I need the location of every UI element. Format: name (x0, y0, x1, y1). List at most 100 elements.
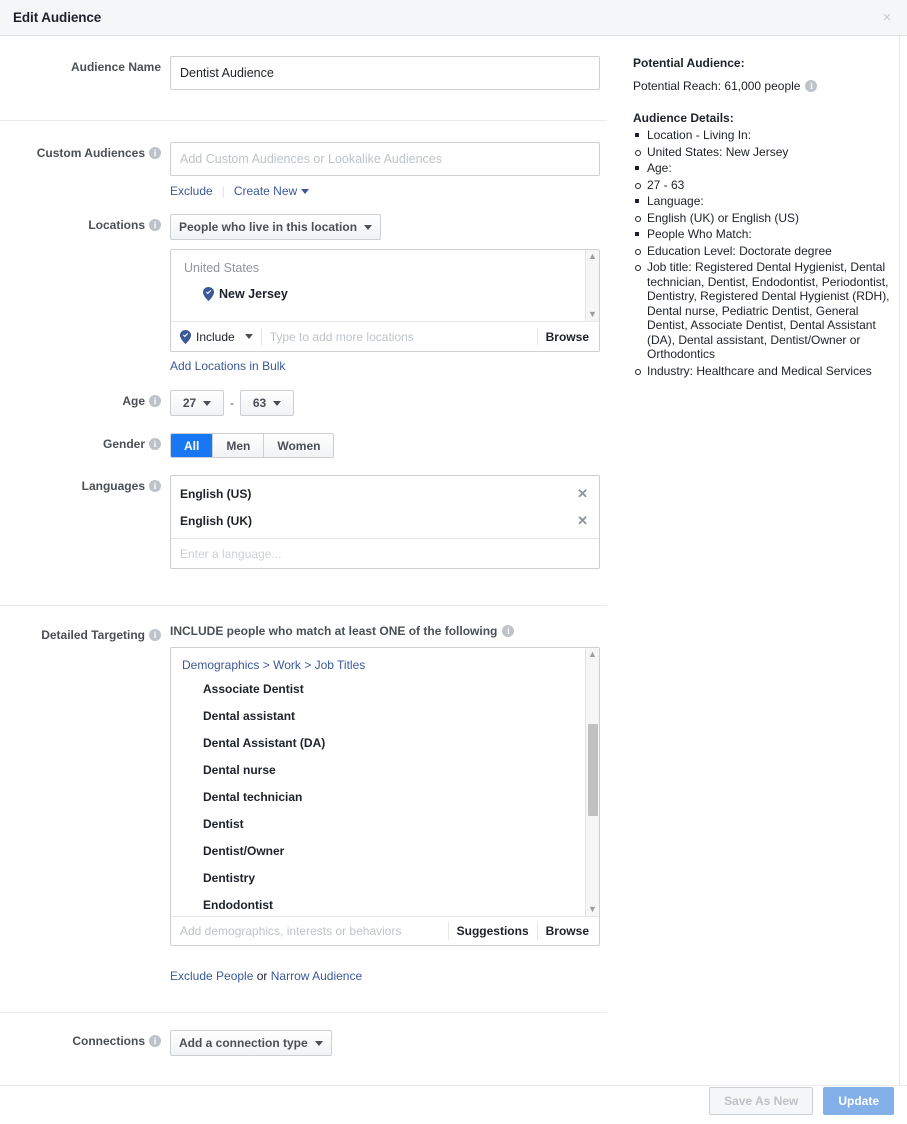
language-input[interactable] (180, 546, 599, 561)
detailed-targeting-box: Demographics > Work > Job Titles Associa… (170, 647, 600, 946)
list-item[interactable]: Associate Dentist (182, 676, 599, 703)
breadcrumb-demographics[interactable]: Demographics (182, 658, 259, 672)
separator (536, 327, 538, 346)
list-item[interactable]: Dental Assistant (DA) (182, 730, 599, 757)
languages-label: Languages (81, 479, 145, 493)
locations-box: United States New Jersey ▲ ▼ Include Typ… (170, 249, 600, 352)
gender-option-women[interactable]: Women (264, 434, 334, 457)
potential-reach: Potential Reach: 61,000 people i (633, 79, 891, 93)
chevron-down-icon (273, 400, 282, 406)
create-new-link[interactable]: Create New (234, 184, 297, 198)
targeting-browse-button[interactable]: Browse (546, 924, 599, 938)
info-icon[interactable]: i (149, 147, 161, 159)
chevron-down-icon (244, 334, 253, 339)
connection-type-dropdown[interactable]: Add a connection type (170, 1030, 332, 1056)
breadcrumb-work[interactable]: Work (273, 658, 301, 672)
chevron-down-icon[interactable]: ▼ (588, 905, 597, 914)
chevron-up-icon[interactable]: ▲ (588, 252, 597, 261)
list-item: English (UK) ✕ (171, 507, 599, 534)
languages-box: English (US) ✕ English (UK) ✕ (170, 475, 600, 569)
field-detailed-targeting: Detailed Targeting i INCLUDE people who … (0, 624, 620, 983)
narrow-audience-link[interactable]: Narrow Audience (271, 969, 362, 983)
info-icon[interactable]: i (149, 480, 161, 492)
include-dropdown[interactable]: Include (180, 329, 253, 344)
info-icon[interactable]: i (149, 395, 161, 407)
targeting-search-input[interactable] (180, 924, 440, 938)
age-separator: - (230, 396, 234, 410)
age-min-value: 27 (182, 396, 197, 410)
chevron-down-icon (364, 224, 373, 230)
info-icon[interactable]: i (805, 80, 818, 92)
detail-item: People Who Match: (633, 227, 891, 242)
audience-name-input[interactable] (170, 56, 600, 90)
scrollbar-thumb[interactable] (588, 724, 598, 816)
field-languages: Languages i English (US) ✕ English (UK) … (0, 475, 620, 569)
detail-item: Education Level: Doctorate degree (633, 244, 891, 259)
dialog-body: Audience Name Custom Audiences i Exclude… (0, 36, 907, 1124)
list-item[interactable]: Dentist (182, 811, 599, 838)
potential-audience-panel: Potential Audience: Potential Reach: 61,… (633, 56, 891, 378)
chevron-down-icon[interactable]: ▼ (588, 310, 597, 319)
info-icon[interactable]: i (149, 219, 161, 231)
locations-search-input[interactable] (269, 329, 529, 344)
section-divider-2 (0, 605, 607, 606)
exclude-link[interactable]: Exclude (170, 184, 213, 198)
detail-item: Language: (633, 194, 891, 209)
age-min-dropdown[interactable]: 27 (170, 390, 224, 416)
potential-reach-text: Potential Reach: 61,000 people (633, 79, 801, 93)
targeting-actions: Exclude People or Narrow Audience (170, 969, 620, 983)
potential-audience-title: Potential Audience: (633, 56, 745, 70)
audience-details-title: Audience Details: (633, 111, 734, 125)
save-as-new-button[interactable]: Save As New (709, 1087, 814, 1115)
list-item[interactable]: Dentistry (182, 865, 599, 892)
chevron-up-icon[interactable]: ▲ (588, 650, 597, 659)
detailed-targeting-label: Detailed Targeting (41, 628, 145, 642)
update-button[interactable]: Update (823, 1087, 894, 1115)
age-label: Age (122, 394, 145, 408)
detail-item: 27 - 63 (633, 178, 891, 193)
suggestions-button[interactable]: Suggestions (457, 924, 529, 938)
locations-list: United States New Jersey ▲ ▼ (171, 250, 599, 321)
remove-icon[interactable]: ✕ (577, 514, 588, 527)
info-icon[interactable]: i (149, 629, 161, 641)
breadcrumb-job-titles[interactable]: Job Titles (315, 658, 366, 672)
info-icon[interactable]: i (149, 438, 161, 450)
location-type-dropdown[interactable]: People who live in this location (170, 214, 382, 240)
exclude-people-link[interactable]: Exclude People (170, 969, 253, 983)
include-label: Include (196, 329, 235, 344)
audience-form: Audience Name Custom Audiences i Exclude… (0, 36, 620, 1056)
age-max-value: 63 (252, 396, 267, 410)
detail-item: Job title: Registered Dental Hygienist, … (633, 260, 891, 362)
breadcrumb-separator: > (304, 658, 312, 672)
detail-item: Age: (633, 161, 891, 176)
dialog-header: Edit Audience × (0, 0, 907, 36)
detail-item: English (UK) or English (US) (633, 211, 891, 226)
languages-input-row (171, 538, 599, 568)
close-icon[interactable]: × (879, 10, 895, 27)
info-icon[interactable]: i (149, 1035, 161, 1047)
custom-audiences-label: Custom Audiences (36, 146, 145, 160)
section-divider-3 (0, 1012, 607, 1013)
list-item[interactable]: Dental nurse (182, 757, 599, 784)
list-item[interactable]: Dentist/Owner (182, 838, 599, 865)
list-item[interactable]: New Jersey (203, 287, 599, 301)
targeting-list: Demographics > Work > Job Titles Associa… (171, 648, 599, 916)
list-item[interactable]: Dental technician (182, 784, 599, 811)
list-item: English (US) ✕ (171, 480, 599, 507)
locations-browse-button[interactable]: Browse (546, 330, 599, 344)
chevron-down-icon[interactable] (301, 188, 310, 194)
list-item[interactable]: Dental assistant (182, 703, 599, 730)
age-max-dropdown[interactable]: 63 (240, 390, 294, 416)
map-pin-icon (180, 329, 191, 344)
targeting-scrollbar[interactable]: ▲ ▼ (585, 648, 599, 916)
gender-option-men[interactable]: Men (213, 434, 265, 457)
custom-audiences-input[interactable] (170, 142, 600, 176)
list-item[interactable]: Endodontist (182, 892, 599, 916)
remove-icon[interactable]: ✕ (577, 487, 588, 500)
locations-scrollbar[interactable]: ▲ ▼ (585, 250, 599, 321)
add-locations-bulk-link[interactable]: Add Locations in Bulk (170, 359, 285, 373)
info-icon[interactable]: i (502, 625, 515, 637)
gender-option-all[interactable]: All (171, 434, 214, 457)
footer-divider (0, 1085, 907, 1086)
gender-toggle: All Men Women (170, 433, 335, 458)
